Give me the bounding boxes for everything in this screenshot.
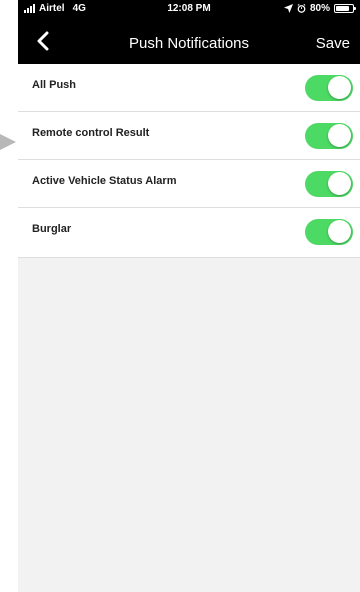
- battery-icon: [334, 4, 356, 13]
- pointer-arrow-icon: [0, 134, 16, 150]
- remote-control-result-toggle[interactable]: [305, 123, 353, 149]
- battery-percentage: 80%: [309, 3, 330, 14]
- setting-row-burglar: Burglar: [18, 208, 360, 258]
- toggle-knob: [328, 124, 351, 147]
- status-bar: Airtel 4G 12:08 PM 80%: [18, 0, 360, 18]
- setting-row-remote-control-result: Remote control Result: [18, 112, 360, 160]
- phone-screen: Airtel 4G 12:08 PM 80% Push Notification…: [18, 0, 360, 592]
- active-vehicle-status-alarm-toggle[interactable]: [305, 171, 353, 197]
- setting-row-active-vehicle-status-alarm: Active Vehicle Status Alarm: [18, 160, 360, 208]
- location-arrow-icon: [283, 4, 293, 13]
- toggle-knob: [328, 220, 351, 243]
- setting-label: Active Vehicle Status Alarm: [32, 175, 177, 187]
- burglar-toggle[interactable]: [305, 219, 353, 245]
- status-right: 80%: [283, 3, 356, 14]
- setting-label: Remote control Result: [32, 127, 150, 139]
- navigation-bar: Push Notifications Save: [18, 18, 360, 64]
- battery-level-fill: [336, 6, 349, 11]
- setting-label: Burglar: [32, 223, 72, 235]
- alarm-icon: [297, 4, 306, 13]
- page-title: Push Notifications: [128, 35, 250, 52]
- setting-label: All Push: [32, 79, 77, 91]
- all-push-toggle[interactable]: [305, 75, 353, 101]
- toggle-knob: [328, 172, 351, 195]
- notification-settings-list: All Push Remote control Result Active Ve…: [18, 64, 360, 258]
- setting-row-all-push: All Push: [18, 64, 360, 112]
- save-button[interactable]: Save: [316, 35, 350, 53]
- toggle-knob: [328, 76, 351, 99]
